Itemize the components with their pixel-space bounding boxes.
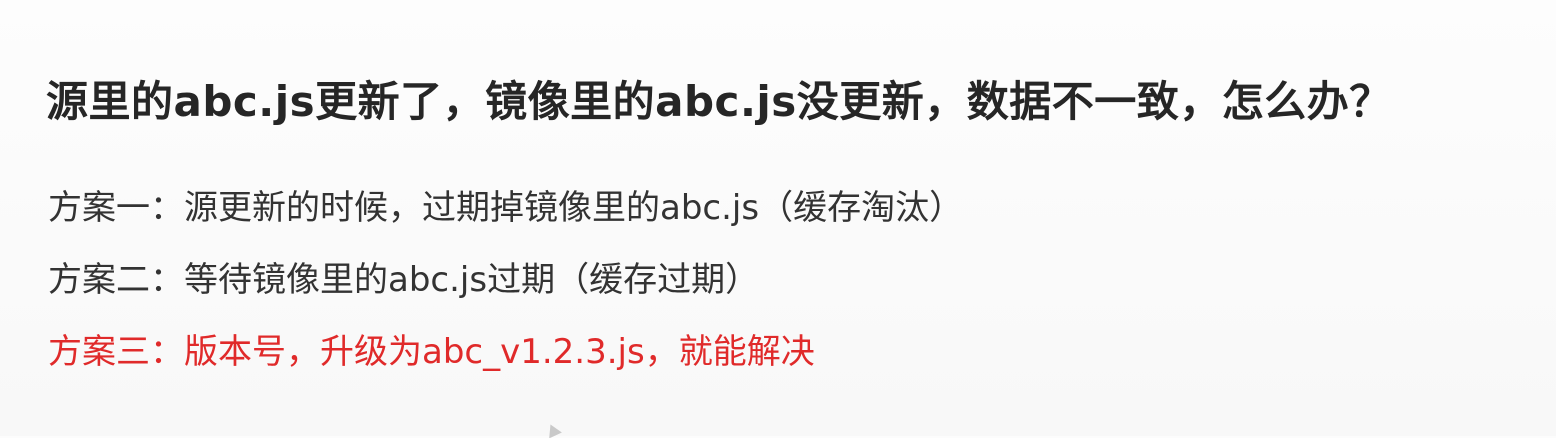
option-one: 方案一：源更新的时候，过期掉镜像里的abc.js（缓存淘汰） [48,188,964,228]
slide-title: 源里的abc.js更新了，镜像里的abc.js没更新，数据不一致，怎么办？ [46,77,1392,126]
slide: 源里的abc.js更新了，镜像里的abc.js没更新，数据不一致，怎么办？ 方案… [0,0,1556,438]
option-two: 方案二：等待镜像里的abc.js过期（缓存过期） [48,260,760,300]
option-three-highlighted: 方案三：版本号，升级为abc_v1.2.3.js，就能解决 [48,332,815,372]
